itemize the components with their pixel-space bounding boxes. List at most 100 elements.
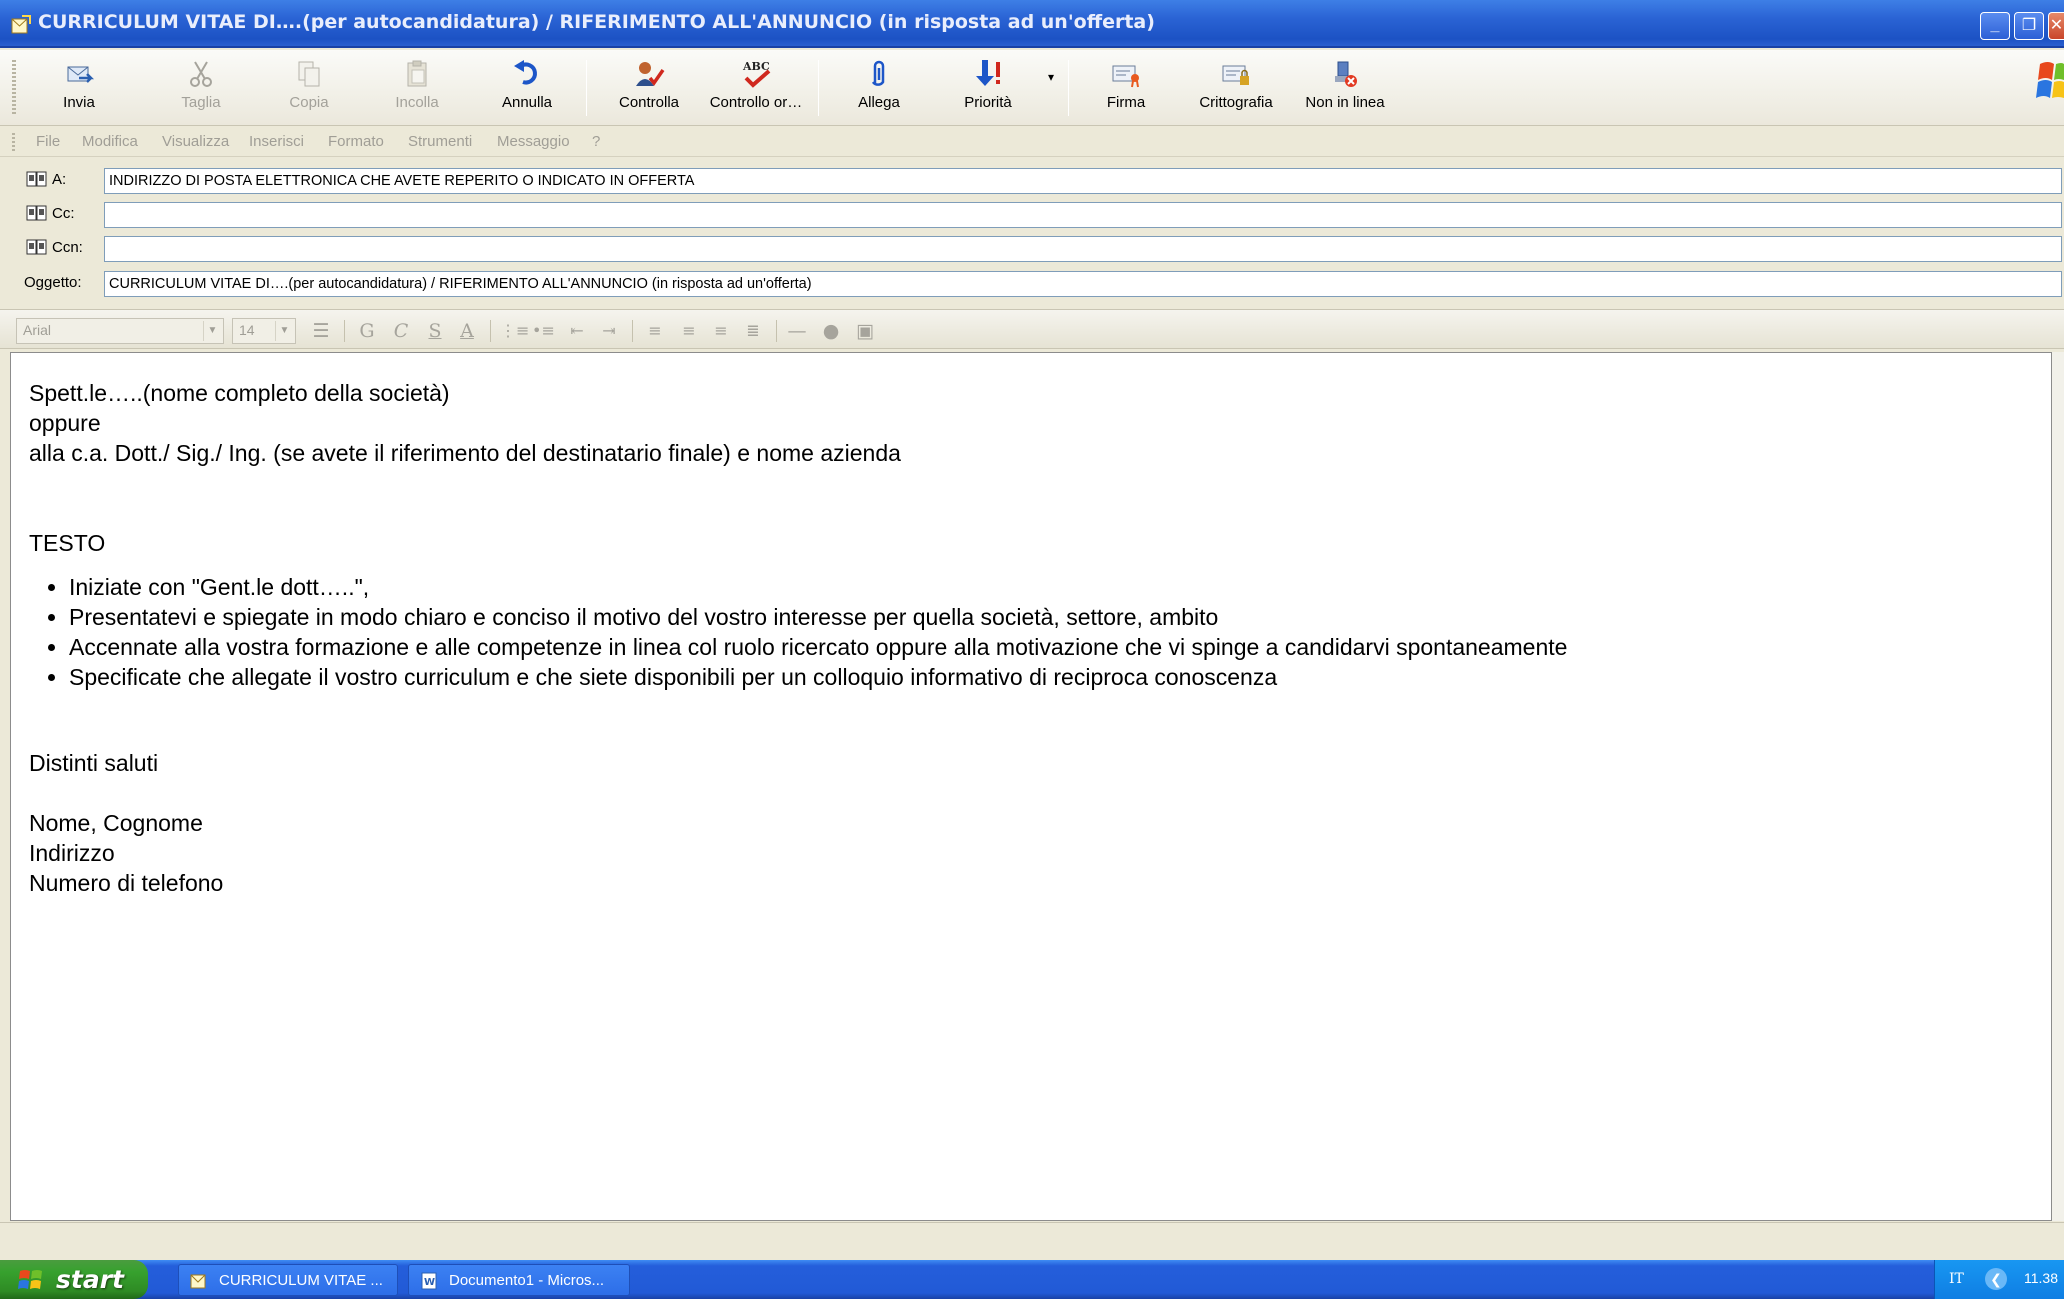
format-separator [490,320,491,342]
priority-button[interactable]: Priorità [956,56,1020,120]
to-label-wrap[interactable]: A: [26,171,66,188]
status-bar [0,1222,2064,1258]
restore-button[interactable]: ❐ [2014,12,2044,40]
windows-logo-icon [2036,62,2064,98]
copy-label: Copia [289,94,329,111]
italic-button[interactable]: C [390,320,412,342]
bullet-list-icon[interactable]: •≡ [532,320,555,342]
bcc-label-wrap[interactable]: Ccn: [26,239,83,256]
bold-button[interactable]: G [356,320,378,342]
language-indicator[interactable]: IT [1949,1271,1964,1287]
paragraph-style-icon[interactable]: ☰ [310,320,332,342]
clock: 11.38 [2024,1270,2058,1286]
offline-button[interactable]: Non in linea [1302,56,1388,120]
undo-button[interactable]: Annulla [496,56,558,120]
horizontal-line-icon[interactable]: — [786,320,808,342]
message-body[interactable]: Spett.le…..(nome completo della società)… [10,352,2052,1221]
font-color-button[interactable]: A [456,320,478,342]
task-documento[interactable]: W Documento1 - Micros... [408,1264,630,1296]
paste-button[interactable]: Incolla [386,56,448,120]
spelling-icon: ABC [742,60,771,88]
toolbar-separator [1068,60,1069,116]
title-bar: CURRICULUM VITAE DI….(per autocandidatur… [0,0,2064,48]
task-curriculum[interactable]: CURRICULUM VITAE ... [178,1264,398,1296]
minimize-button[interactable]: _ [1980,12,2010,40]
signature-line: Indirizzo [29,840,115,866]
menu-help[interactable]: ? [592,133,600,150]
list-item: Presentatevi e spiegate in modo chiaro e… [69,602,1567,632]
menu-visualizza[interactable]: Visualizza [162,133,229,150]
font-select-value: Arial [23,322,52,338]
hyperlink-icon[interactable]: ● [820,320,842,342]
check-names-label: Controlla [618,94,680,111]
menu-formato[interactable]: Formato [328,133,384,150]
chevron-down-icon: ▼ [275,321,293,341]
insert-image-icon[interactable]: ▣ [854,320,876,342]
vertical-scrollbar[interactable] [2052,352,2064,1221]
subject-label: Oggetto: [24,274,82,291]
priority-label: Priorità [964,94,1012,111]
section-title: TESTO [29,530,106,556]
font-size-value: 14 [239,322,255,338]
spelling-button[interactable]: ABC Controllo or… [704,56,808,120]
toolbar-grip[interactable] [12,60,16,116]
chevron-down-icon: ▼ [203,321,221,341]
greeting-line: oppure [29,410,101,436]
format-separator [776,320,777,342]
menu-grip[interactable] [12,133,15,153]
font-select[interactable]: Arial ▼ [16,318,224,344]
list-item: Accennate alla vostra formazione e alle … [69,632,1567,662]
format-separator [344,320,345,342]
to-field[interactable]: INDIRIZZO DI POSTA ELETTRONICA CHE AVETE… [104,168,2062,194]
tray-expand-icon[interactable]: ❮ [1985,1268,2007,1290]
encrypt-button[interactable]: Crittografia [1192,56,1280,120]
increase-indent-icon[interactable]: ⇥ [598,320,620,342]
attach-button[interactable]: Allega [848,56,910,120]
address-book-icon [26,205,47,221]
cc-label-wrap[interactable]: Cc: [26,205,75,222]
greeting-line: alla c.a. Dott./ Sig./ Ing. (se avete il… [29,440,901,466]
signature-icon [1112,65,1139,88]
menu-strumenti[interactable]: Strumenti [408,133,472,150]
scissors-icon [190,61,212,87]
task-label: CURRICULUM VITAE ... [219,1272,383,1289]
justify-icon[interactable]: ≣ [742,320,764,342]
message-header: A: INDIRIZZO DI POSTA ELETTRONICA CHE AV… [0,158,2064,308]
menu-file[interactable]: File [36,133,60,150]
start-button[interactable]: start [0,1260,148,1299]
cc-label: Cc: [52,205,75,222]
attach-label: Allega [858,94,900,111]
align-center-icon[interactable]: ≡ [678,320,700,342]
greeting-line: Spett.le…..(nome completo della società) [29,380,450,406]
priority-dropdown[interactable]: ▾ [1044,70,1058,134]
copy-button[interactable]: Copia [278,56,340,120]
menu-inserisci[interactable]: Inserisci [249,133,304,150]
send-icon [67,66,95,83]
toolbar-separator [586,60,587,116]
send-label: Invia [63,94,95,111]
check-names-button[interactable]: Controlla [612,56,686,120]
menu-messaggio[interactable]: Messaggio [497,133,570,150]
font-size-select[interactable]: 14 ▼ [232,318,296,344]
menu-modifica[interactable]: Modifica [82,133,138,150]
paste-icon [407,60,427,87]
menu-bar: File Modifica Visualizza Inserisci Forma… [0,127,2064,157]
close-button[interactable]: ✕ [2048,12,2064,40]
align-right-icon[interactable]: ≡ [710,320,732,342]
numbered-list-icon[interactable]: ⋮≡ [500,320,529,342]
windows-flag-icon [18,1270,42,1289]
word-document-icon: W [421,1272,437,1290]
taskbar: start CURRICULUM VITAE ... W Documento1 … [0,1260,2064,1299]
cc-field[interactable] [104,202,2062,228]
subject-field[interactable]: CURRICULUM VITAE DI….(per autocandidatur… [104,271,2062,297]
align-left-icon[interactable]: ≡ [644,320,666,342]
address-book-icon [26,171,47,187]
bcc-field[interactable] [104,236,2062,262]
list-item: Specificate che allegate il vostro curri… [69,662,1567,692]
format-separator [632,320,633,342]
underline-button[interactable]: S [424,320,446,342]
cut-button[interactable]: Taglia [170,56,232,120]
decrease-indent-icon[interactable]: ⇤ [566,320,588,342]
signature-button[interactable]: Firma [1096,56,1156,120]
send-button[interactable]: Invia [48,56,110,120]
